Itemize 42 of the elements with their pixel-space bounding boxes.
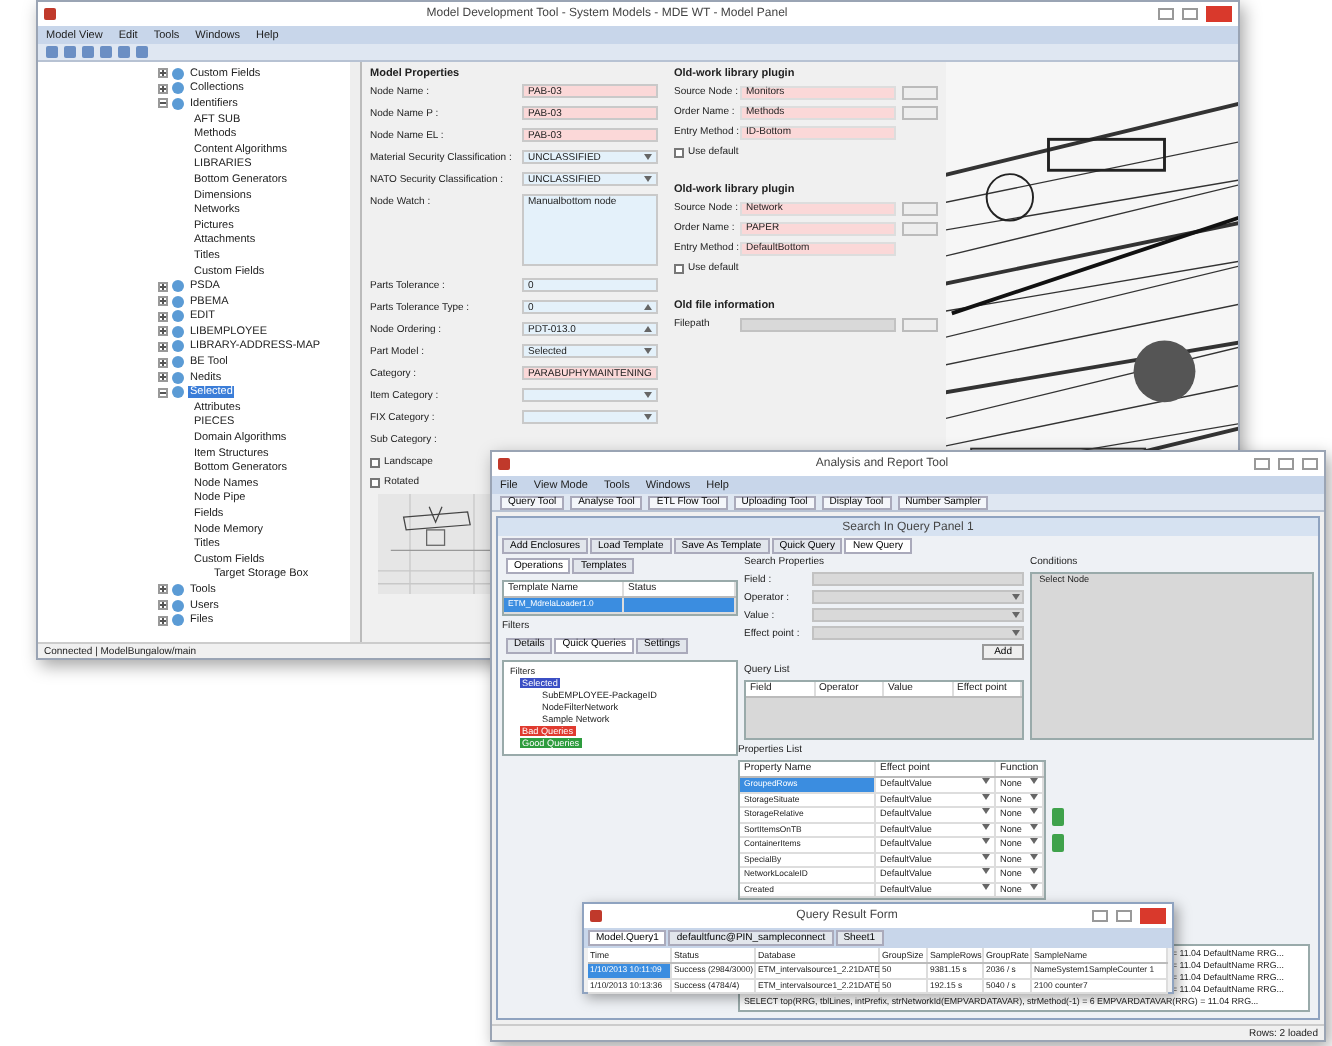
expand-toggle[interactable] (158, 326, 168, 337)
input-field[interactable] (522, 388, 658, 402)
app-icon (590, 910, 602, 922)
browse-button[interactable] (902, 317, 938, 331)
checkbox[interactable] (370, 457, 380, 467)
expand-toggle[interactable] (158, 296, 168, 307)
browse-button[interactable] (902, 221, 938, 235)
input-field[interactable] (522, 410, 658, 424)
maximize-button[interactable] (1278, 458, 1294, 470)
input-field[interactable] (812, 572, 1024, 586)
browse-button[interactable] (902, 201, 938, 215)
close-button[interactable] (1302, 458, 1318, 470)
node-icon (172, 583, 184, 596)
checkbox[interactable] (370, 477, 380, 487)
checkbox[interactable] (674, 263, 684, 273)
app-icon (44, 8, 56, 20)
minimize-button[interactable] (1092, 910, 1108, 922)
expand-toggle[interactable] (158, 372, 168, 383)
expand-toggle[interactable] (158, 98, 168, 109)
expand-toggle[interactable] (158, 311, 168, 322)
minimize-button[interactable] (1254, 458, 1270, 470)
expand-toggle[interactable] (158, 83, 168, 94)
scrollbar[interactable] (350, 62, 360, 642)
minimize-button[interactable] (1158, 8, 1174, 20)
browse-button[interactable] (902, 105, 938, 119)
expand-toggle[interactable] (158, 357, 168, 368)
expand-toggle[interactable] (158, 600, 168, 611)
expand-toggle[interactable] (158, 341, 168, 352)
expand-toggle[interactable] (158, 68, 168, 79)
maximize-button[interactable] (1182, 8, 1198, 20)
expand-toggle[interactable] (158, 387, 168, 398)
checkbox[interactable] (674, 147, 684, 157)
app-icon (498, 458, 510, 470)
browse-button[interactable] (902, 85, 938, 99)
input-field[interactable] (812, 626, 1024, 640)
expand-toggle[interactable] (158, 615, 168, 626)
expand-toggle[interactable] (158, 281, 168, 292)
input-field[interactable] (812, 590, 1024, 604)
input-field[interactable] (812, 608, 1024, 622)
input-field[interactable] (740, 317, 896, 331)
maximize-button[interactable] (1116, 910, 1132, 922)
expand-toggle[interactable] (158, 584, 168, 595)
